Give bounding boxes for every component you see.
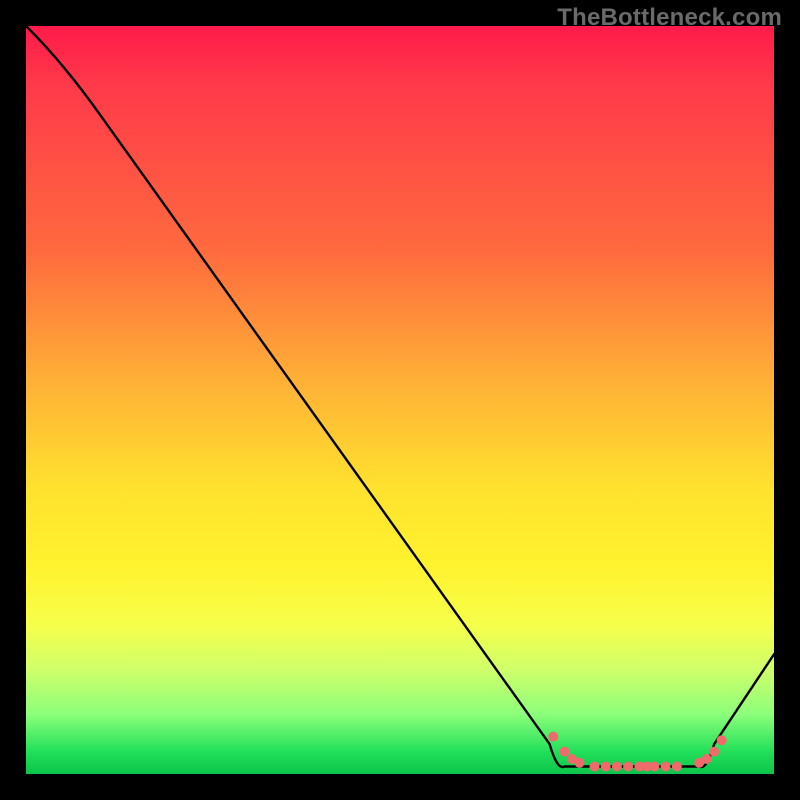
marker-dot xyxy=(672,762,682,772)
watermark-text: TheBottleneck.com xyxy=(557,4,782,32)
marker-dot xyxy=(560,747,570,757)
chart-frame: TheBottleneck.com xyxy=(0,0,800,800)
curve-line xyxy=(26,26,774,767)
marker-dot xyxy=(649,762,659,772)
marker-dot xyxy=(623,762,633,772)
marker-dot xyxy=(601,762,611,772)
marker-dot xyxy=(590,762,600,772)
chart-overlay xyxy=(26,26,774,774)
plot-area xyxy=(26,26,774,774)
marker-dot xyxy=(548,732,558,742)
marker-dot xyxy=(575,758,585,768)
marker-dot xyxy=(702,754,712,764)
marker-dot xyxy=(661,762,671,772)
marker-dot xyxy=(612,762,622,772)
marker-dot xyxy=(709,747,719,757)
marker-dot xyxy=(717,735,727,745)
